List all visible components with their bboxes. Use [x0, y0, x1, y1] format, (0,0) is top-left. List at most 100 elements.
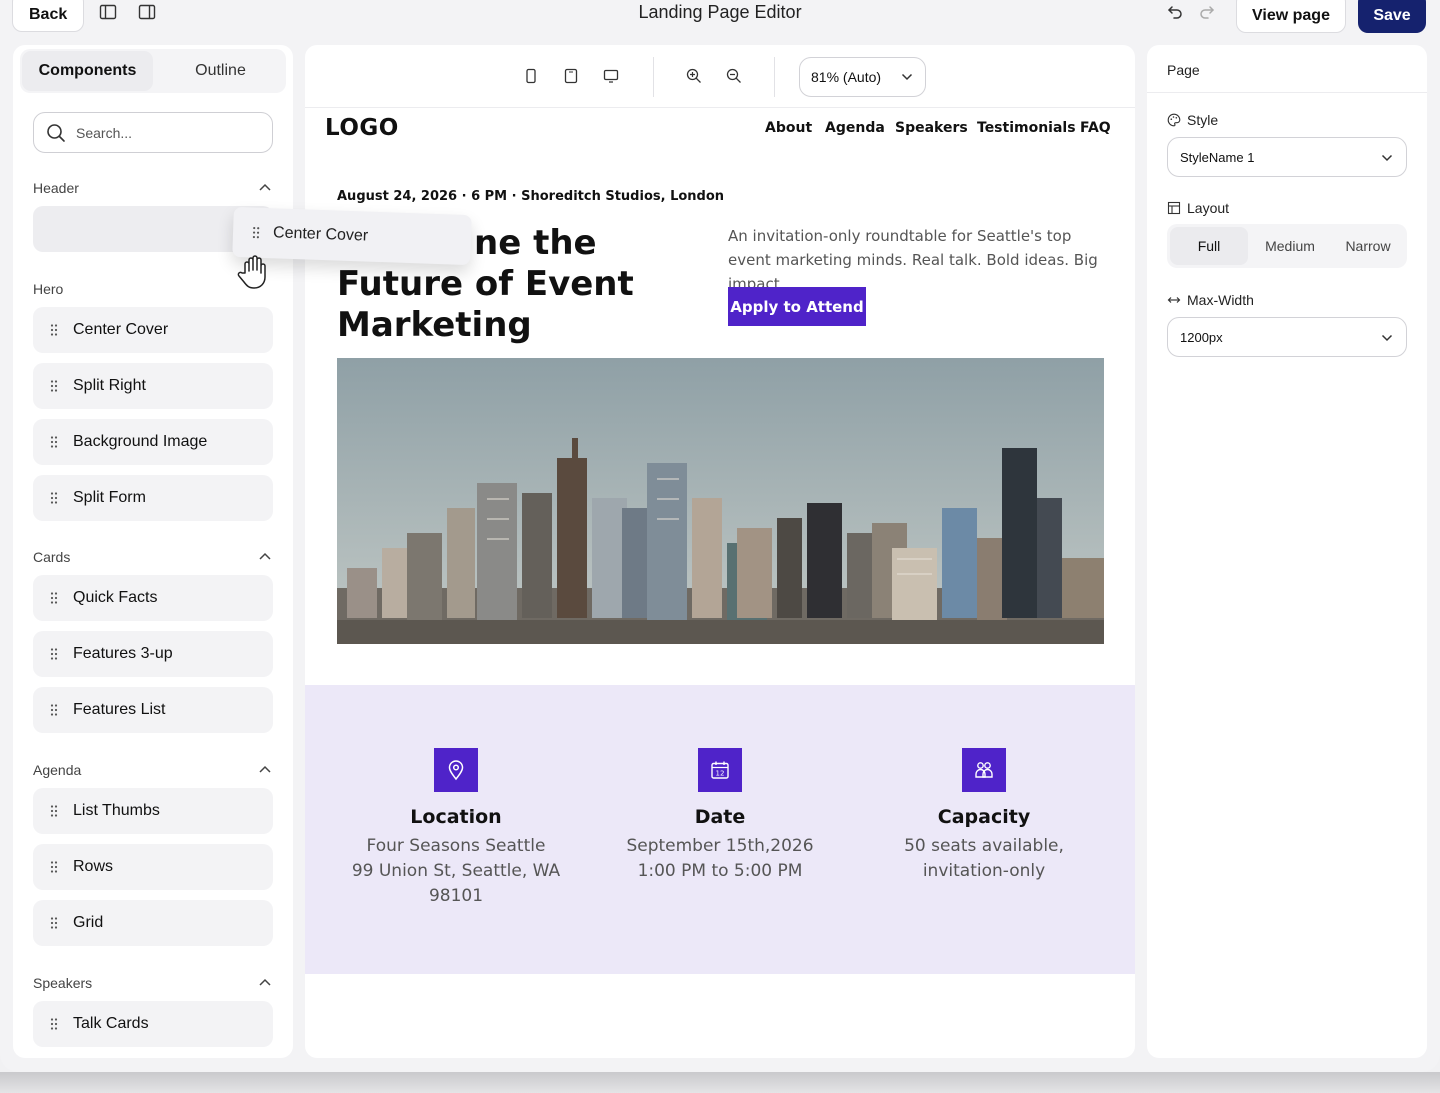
preview-nav-testimonials[interactable]: Testimonials [977, 120, 1076, 136]
zoom-in-icon[interactable] [686, 68, 702, 84]
component-item[interactable]: Split Right [33, 363, 273, 409]
fact-line: 50 seats available, [904, 836, 1064, 856]
chevron-down-icon [901, 73, 913, 81]
fact-line: Four Seasons Seattle [366, 836, 546, 856]
tablet-view-icon[interactable] [563, 68, 579, 84]
tab-components[interactable]: Components [22, 51, 153, 91]
undo-icon[interactable] [1166, 3, 1184, 21]
drag-handle-icon[interactable] [49, 916, 59, 930]
component-item[interactable]: Rows [33, 844, 273, 890]
drag-handle-icon[interactable] [49, 804, 59, 818]
maxwidth-label: Max-Width [1167, 292, 1254, 308]
drag-handle-icon[interactable] [49, 1017, 59, 1031]
layout-icon [1167, 201, 1181, 215]
zoom-out-icon[interactable] [726, 68, 742, 84]
group-title-header: Header [33, 180, 79, 196]
group-title-cards: Cards [33, 549, 71, 565]
chevron-up-icon[interactable] [258, 764, 272, 774]
layout-option-full[interactable]: Full [1170, 227, 1248, 265]
component-label: Quick Facts [73, 589, 158, 606]
component-item[interactable]: Quick Facts [33, 575, 273, 621]
component-label: Rows [73, 858, 114, 875]
fact-line: September 15th,2026 [626, 836, 814, 856]
drag-handle-icon[interactable] [49, 647, 59, 661]
save-button[interactable]: Save [1358, 0, 1426, 33]
preview-nav-agenda[interactable]: Agenda [825, 120, 885, 136]
maxwidth-value: 1200px [1180, 329, 1223, 345]
component-item[interactable]: Split Form [33, 475, 273, 521]
style-value: StyleName 1 [1180, 149, 1255, 165]
preview-event-meta: August 24, 2026 · 6 PM · Shoreditch Stud… [337, 189, 725, 204]
component-label: Talk Cards [73, 1015, 149, 1032]
redo-icon[interactable] [1198, 3, 1216, 21]
component-item[interactable]: Features List [33, 687, 273, 733]
grab-cursor-icon [237, 255, 266, 289]
group-title-hero: Hero [33, 281, 64, 297]
drag-handle-icon[interactable] [49, 323, 59, 337]
chevron-up-icon[interactable] [258, 551, 272, 561]
component-label: Center Cover [73, 321, 169, 338]
style-select[interactable]: StyleName 1 [1167, 137, 1407, 177]
preview-nav-speakers[interactable]: Speakers [895, 120, 968, 136]
chevron-down-icon [1381, 154, 1393, 162]
drag-handle-icon[interactable] [49, 860, 59, 874]
horizontal-arrows-icon [1167, 297, 1181, 303]
layout-segmented: Full Medium Narrow [1167, 224, 1407, 268]
palette-icon [1167, 113, 1181, 127]
apply-to-attend-button[interactable]: Apply to Attend [728, 287, 866, 326]
drag-handle-icon[interactable] [49, 703, 59, 717]
preview-hero-image [337, 358, 1104, 644]
fact-line: invitation-only [922, 861, 1046, 881]
component-item[interactable]: Features 3-up [33, 631, 273, 677]
layout-option-narrow[interactable]: Narrow [1329, 224, 1407, 268]
component-item[interactable]: Grid [33, 900, 273, 946]
fact-line: 1:00 PM to 5:00 PM [637, 861, 803, 881]
component-label: Features 3-up [73, 645, 173, 662]
preview-description: An invitation-only roundtable for Seattl… [728, 227, 1098, 293]
chevron-up-icon[interactable] [258, 977, 272, 987]
fact-title: Location [410, 806, 502, 828]
drag-handle-icon[interactable] [49, 491, 59, 505]
sidebar-tabs: Components Outline [20, 49, 286, 93]
tab-outline[interactable]: Outline [155, 49, 286, 93]
drag-handle-icon[interactable] [49, 379, 59, 393]
fact-location: Location Four Seasons Seattle 99 Union S… [324, 748, 588, 909]
group-title-speakers: Speakers [33, 975, 93, 991]
zoom-select[interactable]: 81% (Auto) [799, 57, 926, 97]
component-label: Split Right [73, 377, 146, 394]
fact-title: Capacity [937, 806, 1031, 828]
maxwidth-label-text: Max-Width [1187, 292, 1254, 308]
search-input[interactable] [76, 124, 256, 141]
editor-app: Back Landing Page Editor View page Save … [0, 0, 1440, 1072]
drag-handle-icon[interactable] [49, 435, 59, 449]
preview-canvas: 81% (Auto) LOGO About Agenda Speakers Te… [305, 45, 1135, 1058]
desktop-view-icon[interactable] [603, 68, 619, 84]
zoom-value: 81% (Auto) [811, 69, 882, 85]
component-item[interactable]: List Thumbs [33, 788, 273, 834]
preview-nav-faq[interactable]: FAQ [1080, 120, 1111, 136]
toolbar-divider [774, 57, 775, 97]
quick-facts-section: Location Four Seasons Seattle 99 Union S… [305, 685, 1135, 974]
component-item[interactable]: Center Cover [33, 307, 273, 353]
canvas-toolbar: 81% (Auto) [305, 45, 1135, 108]
view-page-button[interactable]: View page [1236, 0, 1346, 33]
component-item[interactable]: Background Image [33, 419, 273, 465]
top-bar: Back Landing Page Editor View page Save [0, 0, 1440, 40]
drag-handle-icon[interactable] [49, 591, 59, 605]
calendar-day: 12 [716, 770, 725, 778]
preview-logo[interactable]: LOGO [325, 115, 399, 141]
toolbar-divider [653, 57, 654, 97]
maxwidth-select[interactable]: 1200px [1167, 317, 1407, 357]
style-label-text: Style [1187, 112, 1219, 128]
component-label: Split Form [73, 489, 146, 506]
component-label: Background Image [73, 433, 208, 450]
components-sidebar: Components Outline Header Hero Center Co… [13, 45, 293, 1058]
mobile-view-icon[interactable] [523, 68, 539, 84]
calendar-icon: 12 [698, 748, 742, 792]
style-label: Style [1167, 112, 1218, 128]
preview-nav-about[interactable]: About [765, 120, 812, 136]
component-label: Grid [73, 914, 104, 931]
layout-option-medium[interactable]: Medium [1251, 224, 1329, 268]
component-item[interactable]: Talk Cards [33, 1001, 273, 1047]
chevron-up-icon[interactable] [258, 182, 272, 192]
